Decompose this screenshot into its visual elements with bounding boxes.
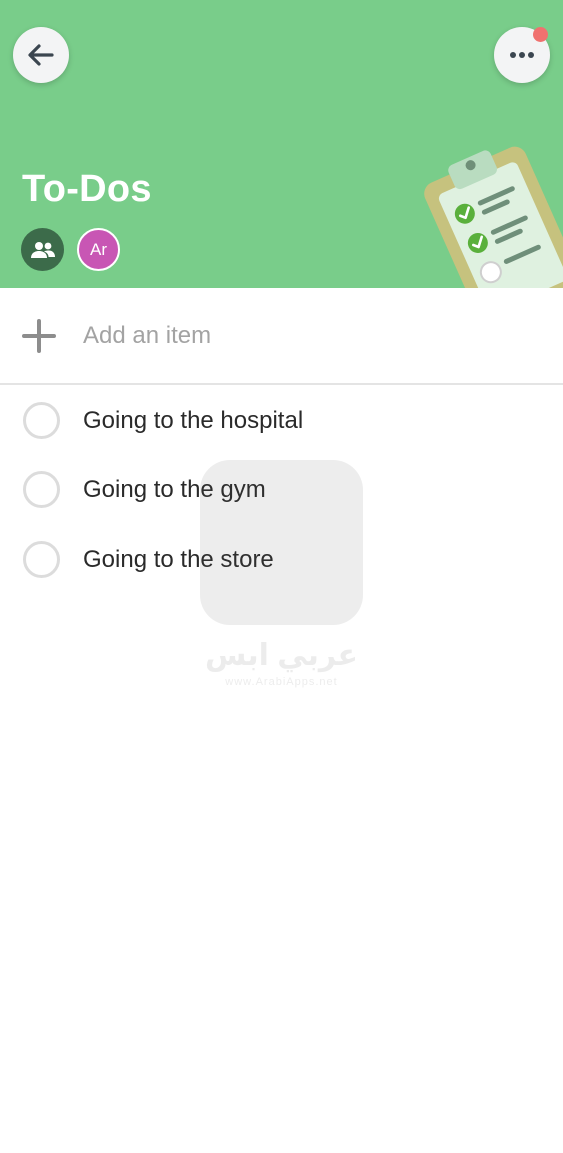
list-title: To-Dos	[22, 168, 152, 210]
task-title[interactable]: Going to the hospital	[83, 407, 303, 435]
watermark-arabic-text: عربي ابس	[204, 639, 359, 672]
add-item-row[interactable]	[0, 288, 563, 385]
task-complete-checkbox[interactable]	[23, 402, 60, 439]
avatar[interactable]: Ar	[77, 228, 120, 271]
clipboard-illustration	[424, 146, 563, 288]
plus-icon	[22, 319, 56, 353]
people-icon	[30, 241, 55, 258]
back-arrow-icon	[28, 44, 54, 66]
watermark-url: www.ArabiApps.net	[225, 676, 338, 688]
task-row[interactable]: Going to the gym	[0, 458, 563, 522]
task-complete-checkbox[interactable]	[23, 471, 60, 508]
task-title[interactable]: Going to the store	[83, 546, 274, 574]
list-header: To-Dos Ar	[0, 0, 563, 288]
task-title[interactable]: Going to the gym	[83, 476, 266, 504]
add-item-input[interactable]	[83, 318, 523, 354]
notification-dot	[533, 27, 548, 42]
more-horizontal-icon	[510, 52, 534, 58]
shared-members-button[interactable]	[21, 228, 64, 271]
more-options-button[interactable]	[494, 27, 550, 83]
task-row[interactable]: Going to the hospital	[0, 389, 563, 453]
task-complete-checkbox[interactable]	[23, 541, 60, 578]
back-button[interactable]	[13, 27, 69, 83]
list-members: Ar	[21, 228, 120, 271]
task-row[interactable]: Going to the store	[0, 528, 563, 592]
